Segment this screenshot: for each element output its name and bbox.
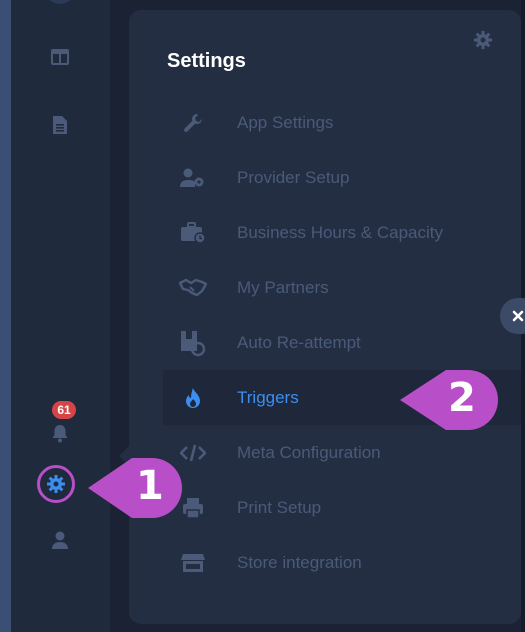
callout-1: 1 — [88, 454, 186, 522]
callout-1-number: 1 — [136, 463, 164, 509]
menu-item-my-partners[interactable]: My Partners — [163, 260, 521, 315]
menu-item-auto-reattempt[interactable]: Auto Re-attempt — [163, 315, 521, 370]
menu-item-label: My Partners — [237, 277, 329, 297]
menu-item-provider-setup[interactable]: Provider Setup — [163, 150, 521, 205]
briefcase-clock-icon — [177, 217, 209, 249]
flame-icon — [177, 382, 209, 414]
callout-2-number: 2 — [448, 375, 476, 421]
icon-rail: 61 — [11, 0, 110, 632]
menu-item-label: App Settings — [237, 112, 334, 132]
gear-icon — [47, 475, 65, 493]
menu-item-label: Business Hours & Capacity — [237, 222, 443, 242]
menu-item-store-integration[interactable]: Store integration — [163, 535, 521, 590]
left-edge-strip — [0, 0, 11, 632]
menu-item-label: Triggers — [237, 387, 299, 407]
reattempt-icon — [177, 327, 209, 359]
document-icon[interactable] — [47, 112, 73, 138]
rail-top-avatar[interactable] — [47, 0, 73, 4]
menu-item-label: Store integration — [237, 552, 362, 572]
close-icon — [512, 310, 524, 322]
panel-gear-icon[interactable] — [473, 30, 495, 52]
menu-item-label: Print Setup — [237, 497, 322, 517]
menu-item-app-settings[interactable]: App Settings — [163, 95, 521, 150]
menu-item-label: Meta Configuration — [237, 442, 381, 462]
settings-gear-button[interactable] — [37, 465, 75, 503]
menu-item-print-setup[interactable]: Print Setup — [163, 480, 521, 535]
menu-item-meta-configuration[interactable]: Meta Configuration — [163, 425, 521, 480]
settings-panel: Settings App Settings Provider Setup Bus… — [129, 10, 521, 624]
menu-item-label: Auto Re-attempt — [237, 332, 361, 352]
store-icon — [177, 547, 209, 579]
user-gear-icon — [177, 162, 209, 194]
handshake-icon — [177, 272, 209, 304]
bell-icon[interactable] — [47, 420, 73, 446]
dashboard-icon[interactable] — [47, 44, 73, 70]
user-icon[interactable] — [47, 527, 73, 553]
notification-count-badge: 61 — [52, 401, 76, 419]
wrench-icon — [177, 107, 209, 139]
menu-item-label: Provider Setup — [237, 167, 350, 187]
callout-2: 2 — [400, 368, 500, 432]
menu-item-business-hours[interactable]: Business Hours & Capacity — [163, 205, 521, 260]
panel-title: Settings — [167, 50, 246, 72]
